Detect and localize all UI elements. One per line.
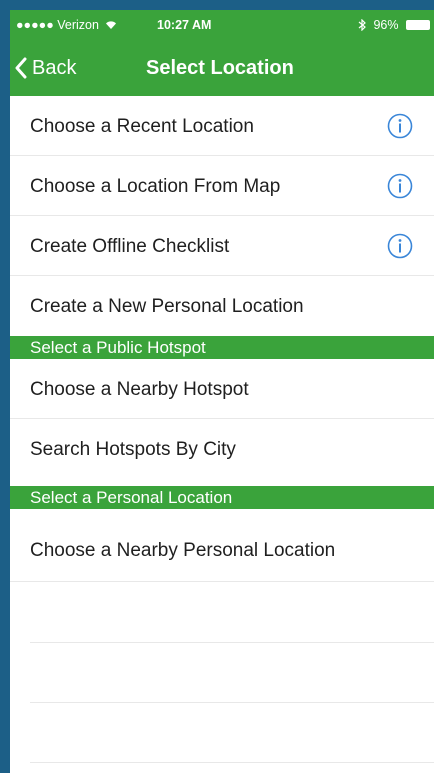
row-label: Choose a Recent Location	[30, 116, 254, 137]
page-title: Select Location	[146, 57, 294, 79]
back-label: Back	[32, 56, 77, 79]
section-header-personal-location: Select a Personal Location	[10, 486, 434, 509]
bluetooth-icon	[358, 18, 366, 32]
phone-screen: ●●●●● Verizon 10:27 AM 96% Back Select L…	[10, 10, 434, 773]
empty-row-divider	[30, 702, 434, 703]
row-label: Search Hotspots By City	[30, 439, 236, 460]
status-bar: ●●●●● Verizon 10:27 AM 96%	[10, 10, 434, 40]
empty-row-divider	[30, 762, 434, 763]
back-button[interactable]: Back	[14, 54, 76, 82]
row-new-personal-location[interactable]: Create a New Personal Location	[10, 276, 434, 336]
row-nearby-personal-location[interactable]: Choose a Nearby Personal Location	[10, 522, 434, 582]
app-frame: ●●●●● Verizon 10:27 AM 96% Back Select L…	[0, 0, 434, 773]
battery-percent: 96%	[373, 18, 399, 32]
section-label: Select a Public Hotspot	[30, 338, 206, 357]
carrier-label: ●●●●● Verizon	[16, 18, 99, 32]
wifi-icon	[106, 21, 117, 29]
row-nearby-hotspot[interactable]: Choose a Nearby Hotspot	[10, 359, 434, 419]
battery-icon	[406, 20, 430, 30]
status-time: 10:27 AM	[157, 18, 212, 32]
row-label: Choose a Location From Map	[30, 176, 281, 197]
chevron-left-icon	[15, 57, 27, 79]
row-search-hotspots-by-city[interactable]: Search Hotspots By City	[10, 419, 434, 479]
row-label: Choose a Nearby Hotspot	[30, 379, 249, 400]
row-recent-location[interactable]: Choose a Recent Location	[10, 96, 434, 156]
section-label: Select a Personal Location	[30, 488, 233, 507]
navigation-bar: Back Select Location	[10, 40, 434, 96]
empty-row-divider	[30, 642, 434, 643]
row-offline-checklist[interactable]: Create Offline Checklist	[10, 216, 434, 276]
info-icon[interactable]	[387, 113, 413, 139]
section-header-public-hotspot: Select a Public Hotspot	[10, 336, 434, 359]
status-right: 96%	[358, 18, 430, 32]
row-location-from-map[interactable]: Choose a Location From Map	[10, 156, 434, 216]
status-carrier: ●●●●● Verizon	[16, 18, 117, 32]
row-label: Create Offline Checklist	[30, 236, 230, 257]
row-label: Create a New Personal Location	[30, 296, 304, 317]
info-icon[interactable]	[387, 173, 413, 199]
row-label: Choose a Nearby Personal Location	[30, 540, 336, 561]
info-icon[interactable]	[387, 233, 413, 259]
